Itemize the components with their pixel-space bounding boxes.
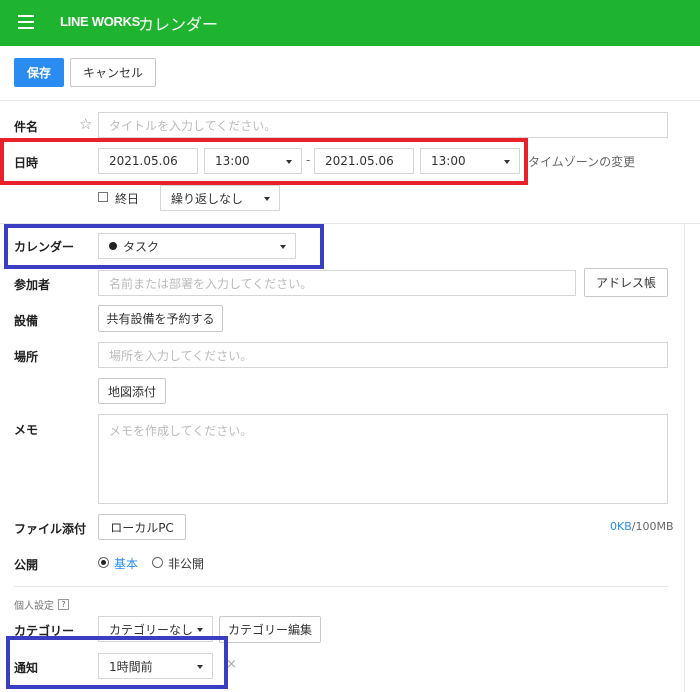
help-icon[interactable]: ?: [58, 599, 69, 610]
chevron-down-icon: [264, 197, 270, 201]
subject-input[interactable]: タイトルを入力してください。: [98, 112, 668, 138]
red-highlight-box: [0, 138, 528, 185]
location-label: 場所: [14, 350, 39, 364]
reserve-equipment-button[interactable]: 共有設備を予約する: [98, 305, 223, 332]
local-pc-button[interactable]: ローカルPC: [98, 514, 186, 540]
star-icon[interactable]: ☆: [79, 115, 92, 133]
equipment-label: 設備: [14, 314, 39, 328]
brand-logo: LINE WORKS: [60, 14, 141, 29]
visibility-private-label: 非公開: [168, 557, 205, 571]
all-day-checkbox[interactable]: [98, 192, 108, 202]
blue-highlight-box-notification: [6, 636, 228, 689]
location-input[interactable]: 場所を入力してください。: [98, 342, 668, 368]
visibility-private-radio[interactable]: [152, 557, 163, 568]
toolbar-divider: [0, 100, 700, 101]
app-title: カレンダー: [138, 15, 219, 34]
usage-total: /100MB: [631, 520, 674, 533]
chevron-down-icon: [197, 628, 203, 632]
map-attach-button[interactable]: 地図添付: [98, 378, 166, 404]
category-value: カテゴリーなし: [109, 622, 194, 637]
visibility-label: 公開: [14, 558, 39, 572]
attachment-label: ファイル添付: [14, 522, 87, 536]
attachment-usage: 0KB/100MB: [610, 520, 674, 533]
timezone-change-link[interactable]: タイムゾーンの変更: [528, 153, 635, 170]
address-book-button[interactable]: アドレス帳: [584, 268, 668, 297]
participants-label: 参加者: [14, 278, 51, 292]
all-day-label: 終日: [115, 192, 140, 206]
repeat-value: 繰り返しなし: [171, 191, 244, 206]
menu-icon[interactable]: [18, 15, 34, 29]
blue-highlight-box: [4, 224, 324, 269]
memo-label: メモ: [14, 423, 39, 437]
save-button[interactable]: 保存: [14, 58, 64, 87]
participants-input[interactable]: 名前または部署を入力してください。: [98, 270, 576, 296]
memo-textarea[interactable]: メモを作成してください。: [98, 414, 668, 504]
app-header: LINE WORKS カレンダー: [0, 0, 700, 46]
cancel-button[interactable]: キャンセル: [70, 58, 156, 87]
repeat-select[interactable]: 繰り返しなし: [160, 185, 280, 211]
category-edit-button[interactable]: カテゴリー編集: [219, 616, 321, 643]
usage-used: 0KB: [610, 520, 632, 533]
visibility-basic-label: 基本: [114, 557, 139, 571]
visibility-basic-radio[interactable]: [98, 557, 109, 568]
scroll-edge: [684, 223, 685, 692]
personal-divider: [14, 586, 668, 587]
subject-label: 件名: [14, 120, 39, 134]
personal-settings-label: 個人設定: [14, 601, 54, 612]
